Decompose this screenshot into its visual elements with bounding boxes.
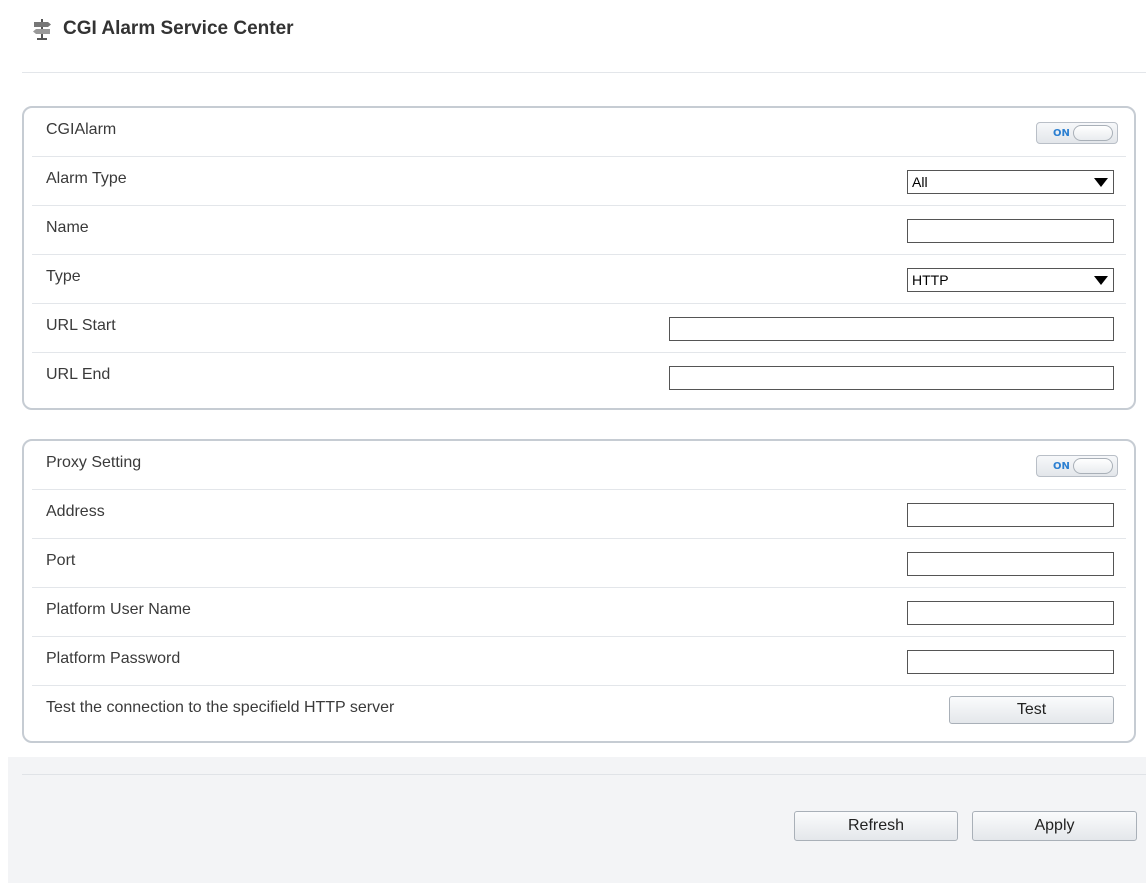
footer-divider: [22, 774, 1146, 775]
url-start-row: URL Start: [32, 304, 1126, 353]
toggle-knob: [1073, 458, 1113, 474]
footer-bar: Refresh Apply: [8, 757, 1146, 883]
port-input[interactable]: [907, 552, 1114, 576]
address-input[interactable]: [907, 503, 1114, 527]
header-divider: [22, 72, 1146, 73]
chevron-down-icon: [1094, 178, 1108, 187]
type-label: Type: [46, 268, 81, 285]
url-end-input[interactable]: [669, 366, 1114, 390]
type-row: Type HTTP: [32, 255, 1126, 304]
platform-user-row: Platform User Name: [32, 588, 1126, 637]
type-select[interactable]: HTTP: [907, 268, 1114, 292]
alarm-type-value: All: [912, 174, 928, 190]
platform-user-label: Platform User Name: [46, 601, 191, 618]
cgi-alarm-label: CGIAlarm: [46, 121, 117, 138]
toggle-state-text: ON: [1053, 461, 1070, 472]
platform-user-input[interactable]: [907, 601, 1114, 625]
alarm-type-row: Alarm Type All: [32, 157, 1126, 206]
cgi-alarm-toggle-row: CGIAlarm ON: [32, 108, 1126, 157]
alarm-type-select[interactable]: All: [907, 170, 1114, 194]
port-label: Port: [46, 552, 76, 569]
cgi-alarm-page: CGI Alarm Service Center CGIAlarm ON Ala…: [0, 0, 1146, 883]
alarm-type-label: Alarm Type: [46, 170, 127, 187]
cgi-alarm-toggle[interactable]: ON: [1036, 122, 1118, 144]
proxy-toggle[interactable]: ON: [1036, 455, 1118, 477]
type-value: HTTP: [912, 272, 949, 288]
platform-password-label: Platform Password: [46, 650, 181, 667]
refresh-button[interactable]: Refresh: [794, 811, 958, 841]
address-label: Address: [46, 503, 105, 520]
port-row: Port: [32, 539, 1126, 588]
page-title: CGI Alarm Service Center: [63, 18, 294, 39]
signpost-icon: [31, 18, 53, 40]
url-start-label: URL Start: [46, 317, 116, 334]
toggle-state-text: ON: [1053, 128, 1070, 139]
test-button[interactable]: Test: [949, 696, 1114, 724]
proxy-setting-panel: Proxy Setting ON Address Port Platform U…: [22, 439, 1136, 743]
test-connection-row: Test the connection to the specifield HT…: [32, 686, 1126, 735]
name-label: Name: [46, 219, 89, 236]
cgi-alarm-panel: CGIAlarm ON Alarm Type All Name Type HTT…: [22, 106, 1136, 410]
apply-button[interactable]: Apply: [972, 811, 1137, 841]
test-connection-label: Test the connection to the specifield HT…: [46, 699, 395, 716]
name-row: Name: [32, 206, 1126, 255]
platform-password-row: Platform Password: [32, 637, 1126, 686]
toggle-knob: [1073, 125, 1113, 141]
page-header: CGI Alarm Service Center: [31, 18, 294, 40]
address-row: Address: [32, 490, 1126, 539]
proxy-setting-label: Proxy Setting: [46, 454, 142, 471]
url-end-label: URL End: [46, 366, 111, 383]
proxy-toggle-row: Proxy Setting ON: [32, 441, 1126, 490]
url-end-row: URL End: [32, 353, 1126, 402]
name-input[interactable]: [907, 219, 1114, 243]
chevron-down-icon: [1094, 276, 1108, 285]
url-start-input[interactable]: [669, 317, 1114, 341]
platform-password-input[interactable]: [907, 650, 1114, 674]
